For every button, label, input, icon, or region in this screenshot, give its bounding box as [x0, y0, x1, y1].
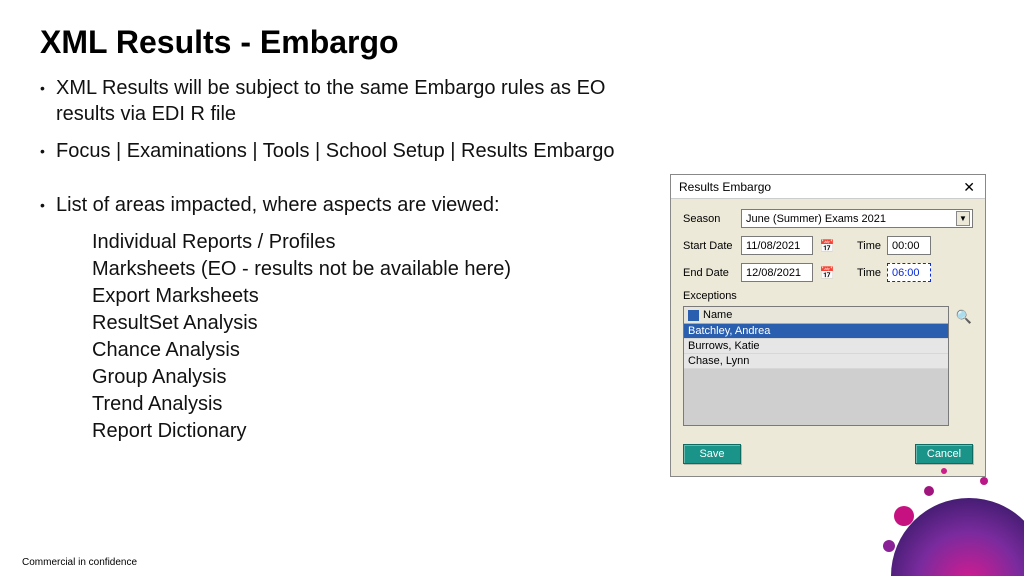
footer-label: Commercial in confidence: [22, 557, 137, 568]
calendar-icon[interactable]: 📅: [819, 238, 835, 254]
end-date-row: End Date 12/08/2021 📅 Time 06:00: [683, 263, 973, 282]
list-item[interactable]: Batchley, Andrea: [684, 324, 948, 339]
list-item[interactable]: Burrows, Katie: [684, 339, 948, 354]
time-label: Time: [853, 267, 881, 279]
header-icon: [688, 310, 699, 321]
bullet-1-text: XML Results will be subject to the same …: [56, 75, 984, 128]
list-header[interactable]: Name: [684, 307, 948, 324]
bullet-dot: •: [40, 138, 56, 164]
dialog-footer: Save Cancel: [671, 434, 985, 476]
end-date-input[interactable]: 12/08/2021: [741, 263, 813, 282]
start-time-input[interactable]: 00:00: [887, 236, 931, 255]
exceptions-label: Exceptions: [683, 290, 973, 302]
exceptions-listbox[interactable]: Name Batchley, Andrea Burrows, Katie Cha…: [683, 306, 949, 426]
calendar-icon[interactable]: 📅: [819, 265, 835, 281]
end-time-input[interactable]: 06:00: [887, 263, 931, 282]
exceptions-container: Name Batchley, Andrea Burrows, Katie Cha…: [683, 306, 973, 426]
results-embargo-dialog: Results Embargo ✕ Season June (Summer) E…: [670, 174, 986, 477]
season-row: Season June (Summer) Exams 2021 ▼: [683, 209, 973, 228]
bullet-dot: •: [40, 75, 56, 128]
search-icon[interactable]: 🔍: [955, 308, 973, 326]
chevron-down-icon: ▼: [956, 211, 970, 226]
slide-title: XML Results - Embargo: [40, 24, 984, 61]
bullet-1: • XML Results will be subject to the sam…: [40, 75, 984, 128]
slide: XML Results - Embargo • XML Results will…: [0, 0, 1024, 576]
season-value: June (Summer) Exams 2021: [746, 213, 886, 225]
save-button[interactable]: Save: [683, 444, 741, 464]
start-date-input[interactable]: 11/08/2021: [741, 236, 813, 255]
bullet-2-text: Focus | Examinations | Tools | School Se…: [56, 138, 984, 164]
season-label: Season: [683, 213, 735, 225]
start-date-label: Start Date: [683, 240, 735, 252]
close-icon[interactable]: ✕: [959, 180, 979, 194]
start-date-row: Start Date 11/08/2021 📅 Time 00:00: [683, 236, 973, 255]
season-select[interactable]: June (Summer) Exams 2021 ▼: [741, 209, 973, 228]
end-date-label: End Date: [683, 267, 735, 279]
bullet-2: • Focus | Examinations | Tools | School …: [40, 138, 984, 164]
dialog-title: Results Embargo: [679, 180, 771, 194]
name-column-header: Name: [703, 309, 732, 321]
list-item[interactable]: Chase, Lynn: [684, 354, 948, 369]
time-label: Time: [853, 240, 881, 252]
dialog-body: Season June (Summer) Exams 2021 ▼ Start …: [671, 199, 985, 434]
bullet-dot: •: [40, 192, 56, 218]
dialog-titlebar: Results Embargo ✕: [671, 175, 985, 199]
cancel-button[interactable]: Cancel: [915, 444, 973, 464]
